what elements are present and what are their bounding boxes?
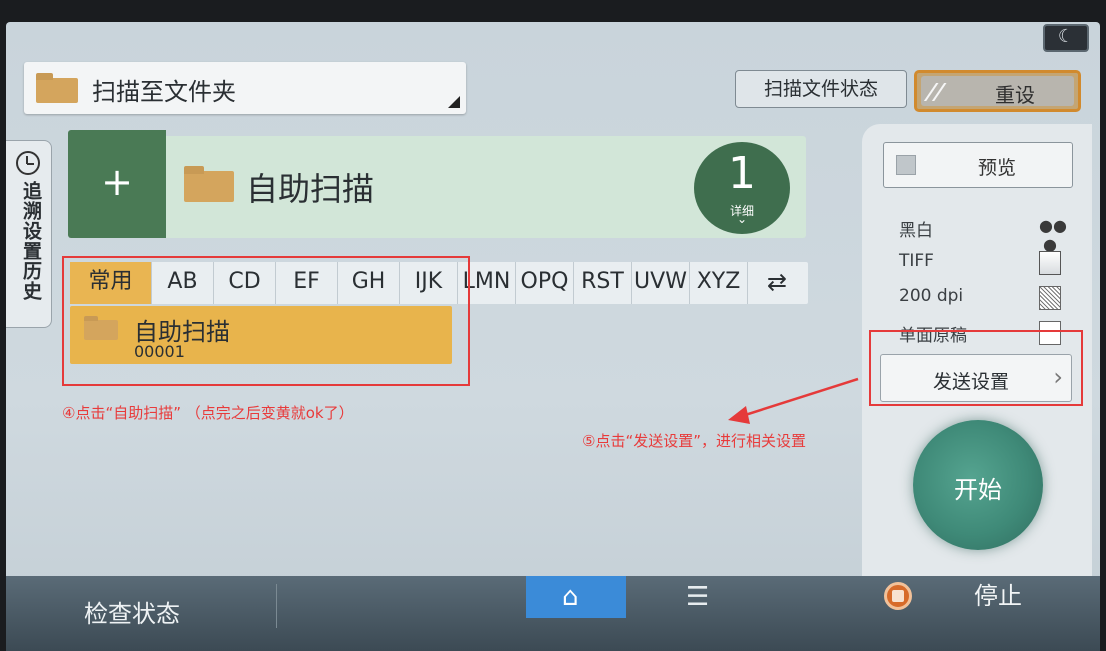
color-dots-icon: ●● ●: [1039, 216, 1067, 254]
start-label: 开始: [954, 476, 1002, 504]
scan-to-folder-title[interactable]: 扫描至文件夹: [24, 62, 466, 114]
setting-color[interactable]: 黑白 ●● ●: [883, 210, 1073, 254]
history-label: 追溯设置历史: [20, 181, 42, 301]
tab-rst[interactable]: RST: [574, 262, 632, 304]
stop-icon[interactable]: [884, 582, 912, 610]
setting-label: TIFF: [899, 251, 934, 271]
tab-xyz[interactable]: XYZ: [690, 262, 748, 304]
clock-icon: [16, 151, 40, 175]
page-title: 扫描至文件夹: [92, 78, 236, 106]
scan-file-status-button[interactable]: 扫描文件状态: [735, 70, 907, 108]
destination-name: 自助扫描: [246, 170, 375, 208]
destination-count-badge[interactable]: 1 详细 ⌄: [694, 142, 790, 234]
energy-saver-moon-icon[interactable]: ☾: [1043, 24, 1089, 52]
destination-count: 1: [728, 148, 756, 199]
check-status-button[interactable]: 检查状态: [84, 594, 180, 629]
tab-opq[interactable]: OPQ: [516, 262, 574, 304]
tab-uvw[interactable]: UVW: [632, 262, 690, 304]
setting-label: 黑白: [899, 221, 933, 241]
stop-button[interactable]: 停止: [974, 576, 1022, 611]
bottom-bar: 检查状态 ⌂ ☰ 停止: [6, 576, 1100, 651]
menu-icon[interactable]: ☰: [686, 582, 709, 612]
divider: [276, 584, 277, 628]
home-icon: ⌂: [562, 582, 579, 612]
setting-label: 200 dpi: [899, 286, 964, 306]
reset-button[interactable]: // 重设: [914, 70, 1081, 112]
add-destination-button[interactable]: +: [68, 130, 166, 238]
annotation-box-folder: [62, 256, 470, 386]
dropdown-corner-icon: [448, 96, 460, 108]
image-file-icon: [1039, 251, 1061, 275]
history-side-tab[interactable]: 追溯设置历史: [6, 140, 52, 328]
scan-settings-list: 黑白 ●● ● TIFF 200 dpi 单面原稿: [883, 210, 1073, 350]
preview-checkbox[interactable]: [896, 155, 916, 175]
folder-icon: [36, 73, 78, 103]
folder-icon: [184, 166, 234, 202]
setting-file-type[interactable]: TIFF: [883, 245, 1073, 280]
start-button[interactable]: 开始: [913, 420, 1043, 550]
selected-destination[interactable]: 自助扫描 1 详细 ⌄: [166, 136, 806, 238]
annotation-step5: ⑤点击“发送设置”，进行相关设置: [582, 432, 806, 450]
setting-resolution[interactable]: 200 dpi: [883, 280, 1073, 315]
preview-button[interactable]: 预览: [883, 142, 1073, 188]
annotation-box-send-settings: [869, 330, 1083, 406]
reset-label: 重设: [995, 83, 1035, 107]
home-button[interactable]: ⌂: [526, 576, 626, 618]
resolution-icon: [1039, 286, 1061, 310]
preview-label: 预览: [978, 157, 1017, 179]
switch-tabs-icon[interactable]: ⇄: [748, 262, 806, 304]
annotation-step4: ④点击“自助扫描” （点完之后变黄就ok了）: [62, 404, 354, 422]
chevron-down-icon: ⌄: [736, 212, 748, 226]
